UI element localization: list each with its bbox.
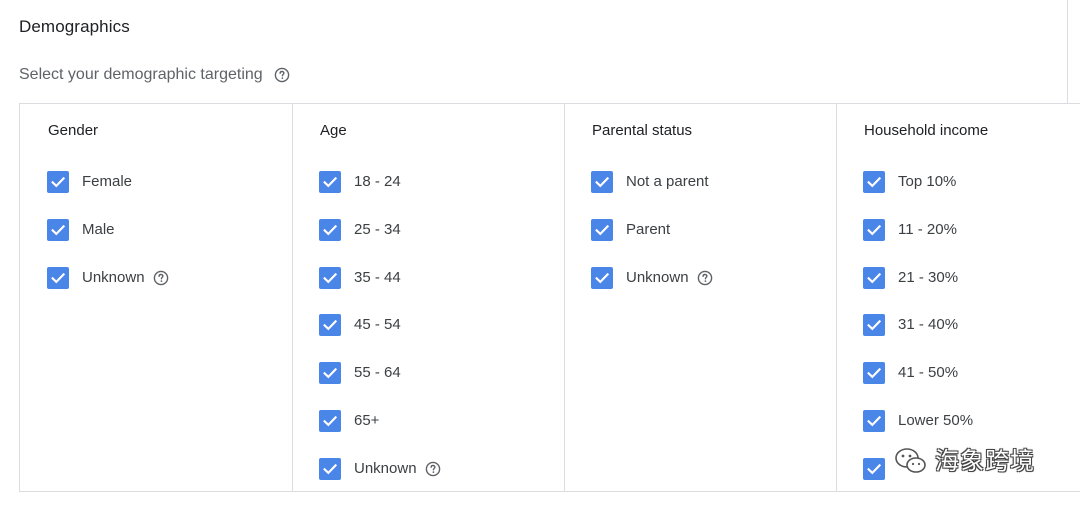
checkbox[interactable]	[319, 171, 341, 193]
checkbox-option[interactable]: Lower 50%	[863, 410, 973, 432]
checkmark-icon	[867, 320, 882, 331]
wechat-logo-icon	[895, 448, 926, 473]
checkmark-icon	[867, 176, 882, 188]
column-header: Parental status	[592, 122, 693, 139]
section-title: Demographics	[19, 17, 130, 36]
checkbox-label: Unknown	[626, 268, 689, 286]
help-circle-icon[interactable]	[153, 270, 169, 286]
checkbox[interactable]	[591, 266, 613, 289]
checkmark-icon	[595, 272, 610, 283]
checkmark-icon	[867, 224, 882, 236]
subtitle-text: Select your demographic targeting	[19, 66, 263, 83]
help-circle-icon[interactable]	[274, 67, 290, 83]
checkbox-label: Unknown	[82, 268, 145, 286]
checkbox-option[interactable]: 45 - 54	[319, 314, 401, 337]
checkbox[interactable]	[863, 410, 885, 432]
demographics-panel: Demographics Select your demographic tar…	[0, 0, 1080, 509]
checkbox[interactable]	[863, 457, 885, 480]
checkbox[interactable]	[863, 314, 885, 337]
checkbox-option[interactable]: 31 - 40%	[863, 314, 959, 337]
column-parental-status: Parental status Not a parent Parent Unknown	[564, 104, 837, 491]
column-gender: Gender Female Male Unknown	[20, 104, 293, 491]
checkbox-option[interactable]: Female	[47, 171, 132, 193]
checkbox[interactable]	[319, 218, 341, 241]
checkmark-icon	[51, 272, 66, 283]
column-header: Age	[320, 122, 347, 139]
checkmark-icon	[323, 320, 338, 331]
checkmark-icon	[51, 176, 66, 188]
column-header: Household income	[864, 122, 989, 139]
checkmark-icon	[323, 368, 338, 379]
checkbox[interactable]	[319, 314, 341, 337]
checkbox-option[interactable]: Not a parent	[591, 171, 709, 193]
checkmark-icon	[867, 463, 882, 475]
checkbox-option[interactable]: 35 - 44	[319, 266, 401, 289]
checkbox-label: 41 - 50%	[898, 364, 959, 382]
checkbox[interactable]	[319, 410, 341, 432]
checkmark-icon	[595, 176, 610, 188]
checkbox[interactable]	[591, 218, 613, 241]
checkbox-label: 55 - 64	[354, 364, 401, 382]
checkbox[interactable]	[319, 362, 341, 385]
checkbox-option[interactable]: 25 - 34	[319, 218, 401, 241]
checkbox-option[interactable]: 11 - 20%	[863, 218, 957, 241]
checkbox[interactable]	[47, 266, 69, 289]
checkbox-label: Female	[82, 173, 133, 190]
checkbox[interactable]	[863, 171, 885, 193]
checkbox-label: 35 - 44	[354, 268, 401, 286]
checkbox-label: Lower 50%	[898, 412, 974, 429]
checkbox-label: 45 - 54	[354, 316, 401, 334]
help-circle-icon[interactable]	[697, 270, 713, 286]
checkbox-label: Unknown	[354, 459, 417, 477]
checkbox[interactable]	[319, 266, 341, 289]
checkbox-option[interactable]: 18 - 24	[319, 171, 401, 193]
checkmark-icon	[867, 368, 882, 379]
checkmark-icon	[867, 272, 882, 283]
checkbox-option[interactable]: 21 - 30%	[863, 266, 959, 289]
checkmark-icon	[323, 272, 338, 283]
checkbox-label: Top 10%	[898, 173, 957, 190]
column-household-income: Household income Top 10% 11 - 20% 21 - 30% 3…	[836, 104, 1080, 491]
column-header: Gender	[48, 122, 99, 139]
checkbox[interactable]	[863, 362, 885, 385]
section-subtitle: Select your demographic targeting	[19, 65, 290, 85]
checkbox-label: 65+	[354, 412, 380, 429]
checkbox[interactable]	[47, 171, 69, 193]
demographics-grid: Gender Female Male Unknown Age 18 - 24 25 - 3…	[19, 103, 1080, 492]
checkmark-icon	[867, 415, 882, 427]
checkbox-option[interactable]: 41 - 50%	[863, 362, 959, 385]
column-age: Age 18 - 24 25 - 34 35 - 44 45 - 54 55 - 64 65…	[292, 104, 565, 491]
checkbox-option[interactable]: Unknown	[591, 266, 713, 289]
checkbox[interactable]	[47, 218, 69, 241]
checkbox-label: Parent	[626, 220, 671, 238]
checkbox-option[interactable]: 55 - 64	[319, 362, 401, 385]
checkbox-option[interactable]: Top 10%	[863, 171, 956, 193]
checkbox-option[interactable]: Unknown	[319, 457, 441, 480]
checkmark-icon	[323, 463, 338, 475]
watermark-text: 海象跨境	[935, 447, 1035, 475]
help-circle-icon[interactable]	[425, 461, 441, 477]
checkbox-label: 21 - 30%	[898, 268, 959, 286]
checkmark-icon	[595, 224, 610, 236]
panel-right-border	[1067, 0, 1068, 104]
checkbox-option[interactable]: Unknown	[47, 266, 169, 289]
checkbox-label: 11 - 20%	[898, 220, 957, 238]
checkbox-option[interactable]: 65+	[319, 410, 379, 432]
checkbox-label: Male	[82, 220, 115, 238]
checkbox-option[interactable]: Male	[47, 218, 115, 241]
checkmark-icon	[323, 415, 338, 427]
checkbox-label: 31 - 40%	[898, 316, 959, 334]
checkmark-icon	[51, 224, 66, 236]
checkmark-icon	[323, 176, 338, 188]
checkbox[interactable]	[863, 266, 885, 289]
checkbox[interactable]	[863, 218, 885, 241]
watermark: 海象跨境	[893, 444, 1035, 478]
checkbox-label: 25 - 34	[354, 220, 401, 238]
checkbox-label: Not a parent	[626, 173, 709, 190]
checkbox[interactable]	[319, 457, 341, 480]
checkmark-icon	[323, 224, 338, 236]
checkbox-option[interactable]: Parent	[591, 218, 671, 241]
checkbox[interactable]	[591, 171, 613, 193]
checkbox-label: 18 - 24	[354, 173, 401, 190]
